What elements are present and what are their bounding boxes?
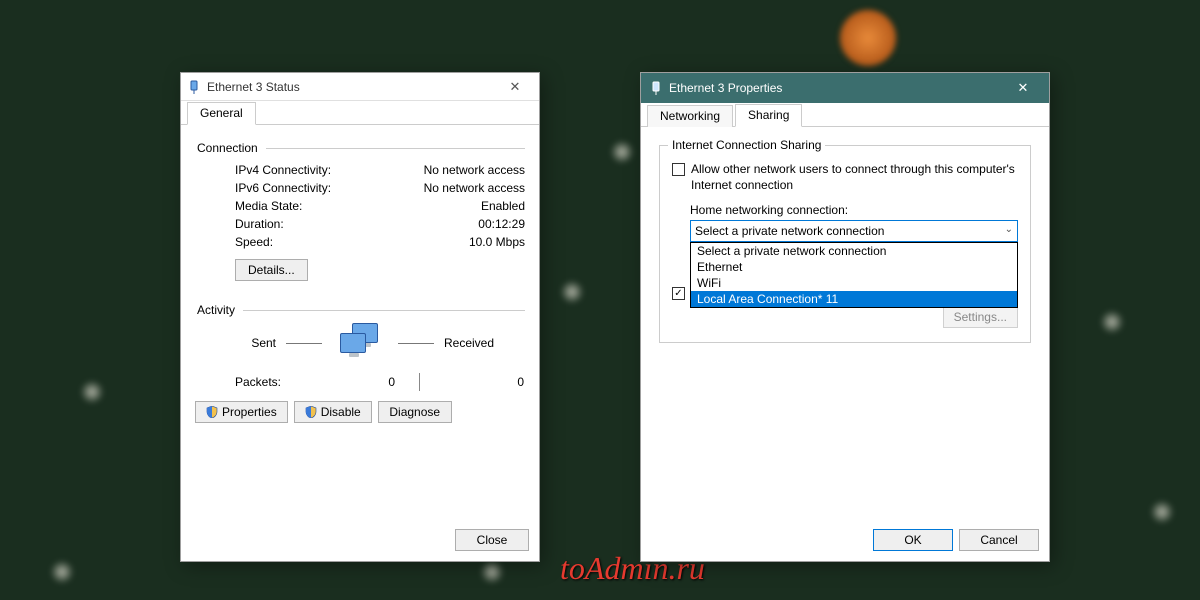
bg-fleck — [1150, 500, 1174, 524]
ipv4-value: No network access — [405, 163, 525, 177]
group-label-ics: Internet Connection Sharing — [668, 138, 825, 152]
details-button[interactable]: Details... — [235, 259, 308, 281]
ipv4-label: IPv4 Connectivity: — [235, 163, 405, 177]
bg-fleck — [1100, 310, 1124, 334]
tab-general[interactable]: General — [187, 102, 256, 125]
home-connection-label: Home networking connection: — [690, 203, 1018, 217]
packets-sent-value: 0 — [315, 375, 395, 389]
bg-accent — [840, 10, 896, 66]
group-ics: Internet Connection Sharing Allow other … — [659, 145, 1031, 343]
window-title: Ethernet 3 Properties — [669, 81, 1005, 95]
properties-button[interactable]: Properties — [195, 401, 288, 423]
bg-fleck — [80, 380, 104, 404]
properties-button-label: Properties — [222, 405, 277, 419]
chevron-down-icon: ⌄ — [1005, 224, 1013, 235]
close-button[interactable]: Close — [455, 529, 529, 551]
allow-control-checkbox[interactable] — [672, 287, 685, 300]
activity-monitors-icon — [332, 323, 388, 363]
adapter-icon — [187, 80, 201, 94]
combobox-option[interactable]: Select a private network connection — [691, 243, 1017, 259]
bg-fleck — [50, 560, 74, 584]
divider — [398, 343, 434, 344]
received-label: Received — [444, 336, 524, 350]
diagnose-button[interactable]: Diagnose — [378, 401, 452, 423]
tab-strip: General — [181, 101, 539, 125]
packets-recv-value: 0 — [444, 375, 524, 389]
group-label-activity: Activity — [195, 303, 237, 317]
cancel-button[interactable]: Cancel — [959, 529, 1039, 551]
combobox-option[interactable]: Ethernet — [691, 259, 1017, 275]
bg-fleck — [480, 560, 504, 584]
tab-networking[interactable]: Networking — [647, 105, 733, 127]
window-title: Ethernet 3 Status — [207, 80, 497, 94]
packets-label: Packets: — [235, 375, 315, 389]
titlebar[interactable]: Ethernet 3 Properties ✕ — [641, 73, 1049, 103]
duration-label: Duration: — [235, 217, 405, 231]
speed-value: 10.0 Mbps — [405, 235, 525, 249]
bg-fleck — [560, 280, 584, 304]
shield-icon — [206, 406, 218, 418]
group-connection: Connection IPv4 Connectivity:No network … — [195, 141, 525, 281]
combobox-dropdown: Select a private network connection Ethe… — [690, 242, 1018, 308]
group-label-connection: Connection — [195, 141, 260, 155]
allow-sharing-checkbox[interactable] — [672, 163, 685, 176]
disable-button-label: Disable — [321, 405, 361, 419]
tab-sharing[interactable]: Sharing — [735, 104, 802, 127]
disable-button[interactable]: Disable — [294, 401, 372, 423]
adapter-icon — [649, 81, 663, 95]
tab-strip: Networking Sharing — [641, 103, 1049, 127]
ipv6-label: IPv6 Connectivity: — [235, 181, 405, 195]
combobox-selected: Select a private network connection — [695, 224, 884, 238]
shield-icon — [305, 406, 317, 418]
media-state-value: Enabled — [405, 199, 525, 213]
divider — [286, 343, 322, 344]
speed-label: Speed: — [235, 235, 405, 249]
combobox-option[interactable]: WiFi — [691, 275, 1017, 291]
ok-button[interactable]: OK — [873, 529, 953, 551]
divider — [243, 310, 525, 311]
duration-value: 00:12:29 — [405, 217, 525, 231]
combobox-option[interactable]: Local Area Connection* 11 — [691, 291, 1017, 307]
bg-fleck — [610, 140, 634, 164]
close-icon[interactable]: ✕ — [497, 73, 533, 100]
settings-button[interactable]: Settings... — [943, 306, 1018, 328]
home-connection-combobox[interactable]: Select a private network connection ⌄ Se… — [690, 220, 1018, 242]
ethernet-properties-window: Ethernet 3 Properties ✕ Networking Shari… — [640, 72, 1050, 562]
titlebar[interactable]: Ethernet 3 Status ✕ — [181, 73, 539, 101]
allow-sharing-label: Allow other network users to connect thr… — [691, 162, 1018, 193]
media-state-label: Media State: — [235, 199, 405, 213]
ipv6-value: No network access — [405, 181, 525, 195]
divider — [266, 148, 525, 149]
group-activity: Activity Sent Received Packets: 0 0 — [195, 303, 525, 423]
sent-label: Sent — [196, 336, 276, 350]
divider — [419, 373, 420, 391]
close-icon[interactable]: ✕ — [1005, 73, 1041, 103]
ethernet-status-window: Ethernet 3 Status ✕ General Connection I… — [180, 72, 540, 562]
